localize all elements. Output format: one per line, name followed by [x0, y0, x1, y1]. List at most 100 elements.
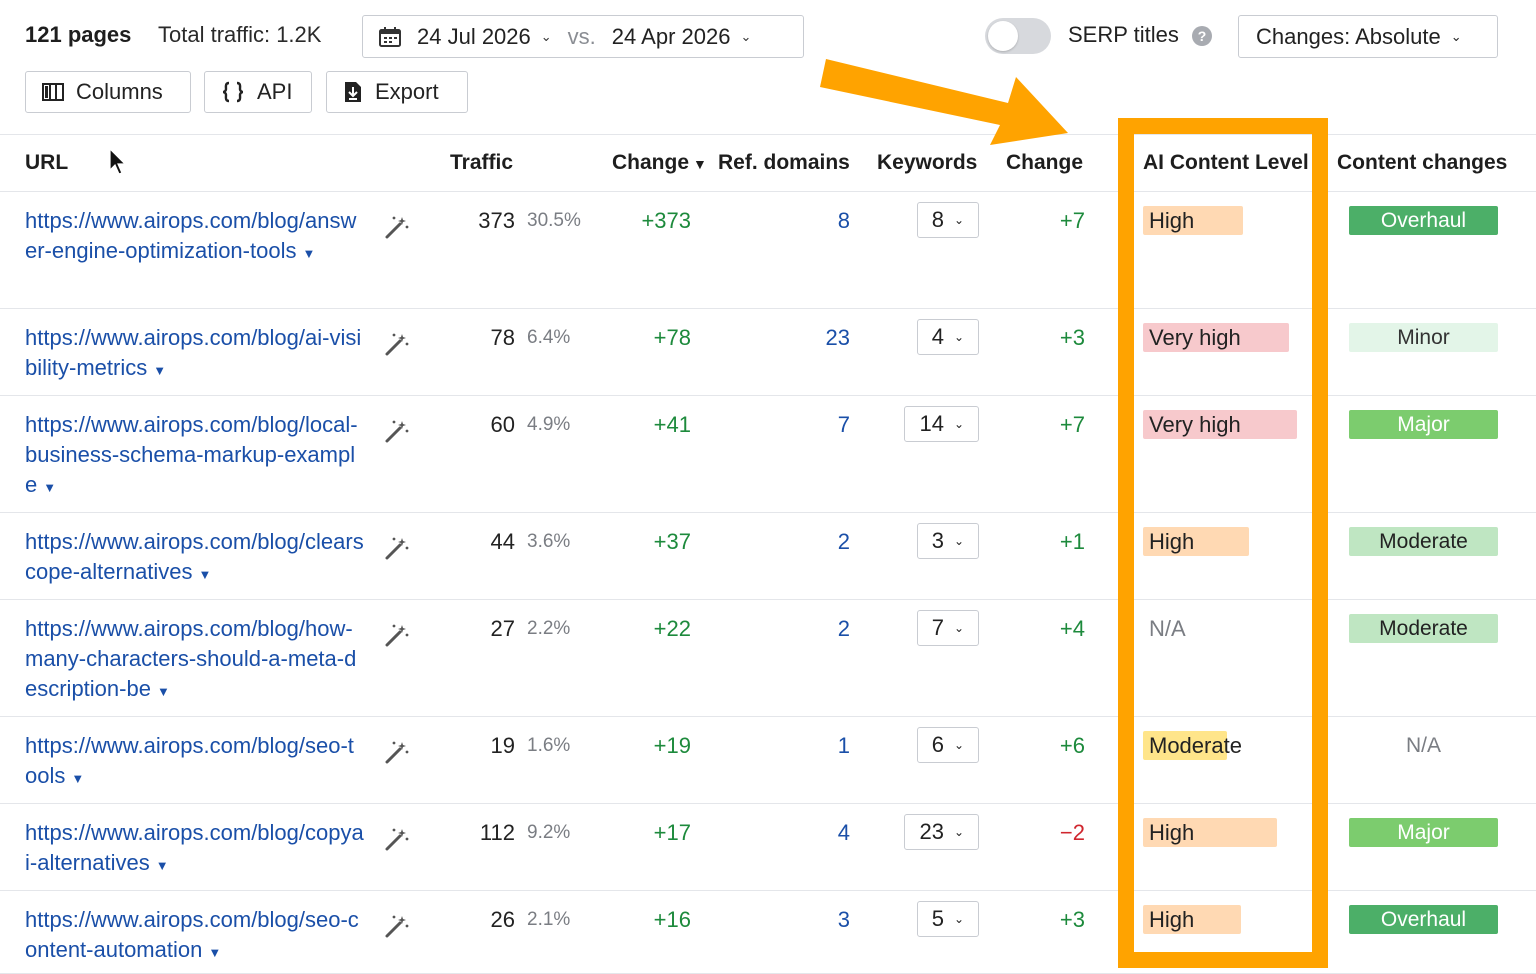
content-changes-badge: Overhaul: [1349, 905, 1498, 934]
export-label: Export: [375, 79, 439, 104]
column-header-change[interactable]: Change ▼: [612, 151, 707, 175]
traffic-value: 373: [478, 208, 515, 233]
page-url-link[interactable]: https://www.airops.com/blog/copyai-alter…: [25, 818, 365, 881]
date-range-picker[interactable]: 24 Jul 2026 ⌄ vs. 24 Apr 2026 ⌄: [362, 15, 804, 58]
keywords-count: 23: [919, 819, 944, 844]
keywords-dropdown[interactable]: 4 ⌄: [916, 319, 979, 355]
content-changes-badge: Major: [1349, 410, 1498, 439]
traffic-share: 3.6%: [527, 531, 571, 552]
chevron-down-icon: ⌄: [953, 912, 964, 926]
chevron-down-icon: ⌄: [953, 621, 964, 635]
ref-domains-link[interactable]: 8: [838, 208, 850, 234]
magic-wand-icon[interactable]: [384, 214, 410, 240]
caret-down-icon[interactable]: ▼: [208, 945, 221, 960]
page-url-link[interactable]: https://www.airops.com/blog/local-busine…: [25, 410, 365, 503]
magic-wand-icon[interactable]: [384, 826, 410, 852]
column-header-keyword-change[interactable]: Change: [1006, 151, 1083, 175]
page-url-link[interactable]: https://www.airops.com/blog/how-many-cha…: [25, 614, 365, 707]
page-url-text: https://www.airops.com/blog/clearscope-a…: [25, 529, 364, 584]
ref-domains-link[interactable]: 2: [838, 616, 850, 642]
keywords-dropdown[interactable]: 6 ⌄: [916, 727, 979, 763]
page-url-link[interactable]: https://www.airops.com/blog/answer-engin…: [25, 206, 365, 269]
keywords-dropdown[interactable]: 3 ⌄: [916, 523, 979, 559]
page-url-text: https://www.airops.com/blog/ai-visibilit…: [25, 325, 362, 380]
keywords-change: +1: [1059, 529, 1085, 554]
traffic-value: 26: [490, 907, 515, 932]
vs-label: vs.: [567, 23, 596, 49]
ai-content-level-badge: N/A: [1149, 616, 1186, 641]
traffic-value: 60: [490, 412, 515, 437]
traffic-change: +41: [653, 412, 691, 437]
keywords-dropdown[interactable]: 14 ⌄: [904, 406, 979, 442]
toolbar: 121 pages Total traffic: 1.2K 24 Jul 202…: [0, 0, 1536, 134]
serp-titles-toggle[interactable]: [985, 18, 1051, 54]
magic-wand-icon[interactable]: [384, 331, 410, 357]
table-row: https://www.airops.com/blog/seo-tools ▼ 19…: [0, 717, 1536, 804]
chevron-down-icon: ⌄: [953, 417, 964, 431]
page-url-link[interactable]: https://www.airops.com/blog/ai-visibilit…: [25, 323, 365, 386]
keywords-dropdown[interactable]: 23 ⌄: [904, 814, 979, 850]
columns-button[interactable]: Columns: [25, 71, 191, 113]
total-traffic: Total traffic: 1.2K: [158, 22, 322, 47]
help-icon[interactable]: ?: [1192, 26, 1212, 46]
ref-domains-link[interactable]: 3: [838, 907, 850, 933]
traffic-value: 19: [490, 733, 515, 758]
changes-mode-select[interactable]: Changes: Absolute ⌄: [1238, 15, 1498, 58]
ai-content-level-badge: High: [1143, 905, 1241, 934]
column-header-content-changes[interactable]: Content changes: [1337, 151, 1507, 175]
keywords-dropdown[interactable]: 5 ⌄: [916, 901, 979, 937]
magic-wand-icon[interactable]: [384, 739, 410, 765]
chevron-down-icon: ⌄: [1450, 28, 1462, 44]
page-url-link[interactable]: https://www.airops.com/blog/seo-tools ▼: [25, 731, 365, 794]
chevron-down-icon: ⌄: [953, 738, 964, 752]
columns-label: Columns: [76, 79, 163, 104]
ref-domains-link[interactable]: 4: [838, 820, 850, 846]
page-url-link[interactable]: https://www.airops.com/blog/seo-content-…: [25, 905, 365, 968]
ref-domains-link[interactable]: 23: [826, 325, 850, 351]
changes-mode-label: Changes: Absolute: [1256, 23, 1441, 49]
chevron-down-icon: ⌄: [953, 825, 964, 839]
caret-down-icon[interactable]: ▼: [156, 858, 169, 873]
traffic-change: +16: [653, 907, 691, 932]
column-header-keywords[interactable]: Keywords: [877, 151, 977, 175]
traffic-value: 27: [490, 616, 515, 641]
ref-domains-link[interactable]: 1: [838, 733, 850, 759]
compare-date: 24 Apr 2026: [611, 23, 731, 49]
caret-down-icon[interactable]: ▼: [199, 567, 212, 582]
api-button[interactable]: API: [204, 71, 312, 113]
ref-domains-link[interactable]: 2: [838, 529, 850, 555]
magic-wand-icon[interactable]: [384, 418, 410, 444]
ai-content-level-badge: High: [1143, 527, 1249, 556]
chevron-down-icon: ⌄: [740, 28, 752, 44]
keywords-change: +7: [1059, 412, 1085, 437]
magic-wand-icon[interactable]: [384, 622, 410, 648]
keywords-dropdown[interactable]: 8 ⌄: [916, 202, 979, 238]
page-url-text: https://www.airops.com/blog/seo-content-…: [25, 907, 359, 962]
magic-wand-icon[interactable]: [384, 535, 410, 561]
export-button[interactable]: Export: [326, 71, 468, 113]
caret-down-icon[interactable]: ▼: [153, 363, 166, 378]
traffic-share: 1.6%: [527, 735, 571, 756]
caret-down-icon[interactable]: ▼: [157, 684, 170, 699]
magic-wand-icon[interactable]: [384, 913, 410, 939]
ref-domains-link[interactable]: 7: [838, 412, 850, 438]
columns-icon: [42, 83, 64, 101]
column-header-ai-content-level[interactable]: AI Content Level: [1143, 151, 1309, 175]
keywords-count: 7: [931, 615, 944, 640]
table-row: https://www.airops.com/blog/clearscope-a…: [0, 513, 1536, 600]
content-changes-badge: Moderate: [1349, 614, 1498, 643]
traffic-value: 78: [490, 325, 515, 350]
keywords-dropdown[interactable]: 7 ⌄: [916, 610, 979, 646]
column-header-url[interactable]: URL: [25, 151, 68, 175]
table-header: URL Traffic Change ▼ Ref. domains Keyword…: [0, 134, 1536, 192]
caret-down-icon[interactable]: ▼: [71, 771, 84, 786]
caret-down-icon[interactable]: ▼: [43, 480, 56, 495]
page-url-link[interactable]: https://www.airops.com/blog/clearscope-a…: [25, 527, 365, 590]
table-row: https://www.airops.com/blog/ai-visibilit…: [0, 309, 1536, 396]
column-header-ref-domains[interactable]: Ref. domains: [718, 151, 850, 175]
caret-down-icon[interactable]: ▼: [302, 246, 315, 261]
download-icon: [345, 82, 361, 102]
content-changes-badge: Major: [1349, 818, 1498, 847]
toggle-knob: [988, 21, 1018, 51]
column-header-traffic[interactable]: Traffic: [450, 151, 513, 175]
